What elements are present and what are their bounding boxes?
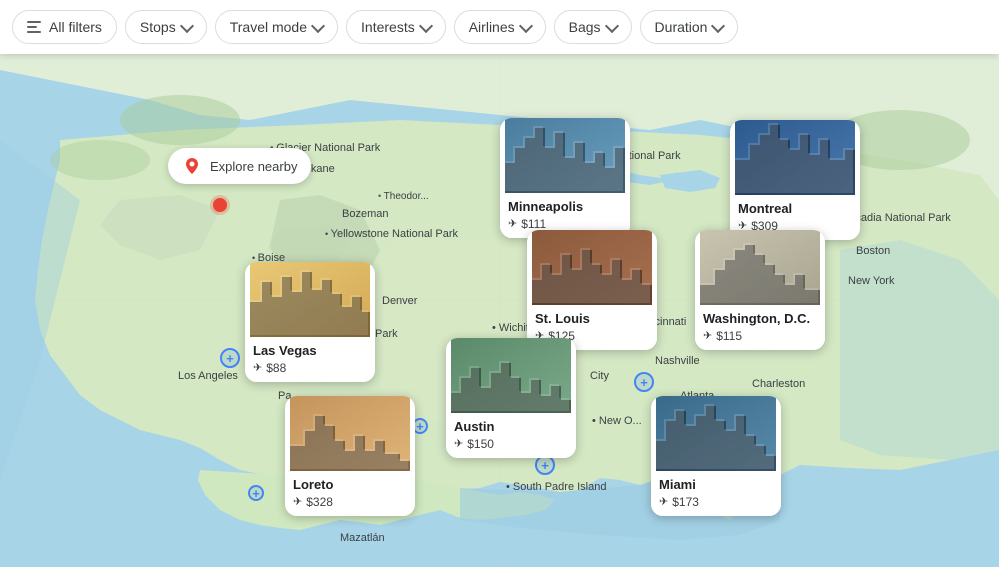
destination-card-austin[interactable]: Austin ✈ $150	[446, 338, 576, 458]
map-circle-marker-6	[634, 372, 654, 392]
plane-icon-miami: ✈	[659, 495, 668, 508]
card-price-minneapolis: ✈ $111	[508, 217, 622, 231]
price-value-minneapolis: $111	[521, 217, 546, 231]
toolbar: All filters Stops Travel mode Interests …	[0, 0, 999, 54]
card-name-washington: Washington, D.C.	[703, 311, 817, 327]
airlines-filter-button[interactable]: Airlines	[454, 10, 546, 44]
duration-chevron-icon	[711, 18, 725, 32]
card-image-montreal	[730, 120, 860, 195]
destination-card-miami[interactable]: Miami ✈ $173	[651, 396, 781, 516]
card-info-austin: Austin ✈ $150	[446, 413, 576, 458]
card-image-las_vegas	[245, 262, 375, 337]
destination-card-las_vegas[interactable]: Las Vegas ✈ $88	[245, 262, 375, 382]
card-price-austin: ✈ $150	[454, 437, 568, 451]
price-value-washington: $115	[716, 329, 742, 343]
destination-card-washington[interactable]: Washington, D.C. ✈ $115	[695, 230, 825, 350]
card-info-miami: Miami ✈ $173	[651, 471, 781, 516]
card-image-miami	[651, 396, 781, 471]
filter-icon	[27, 21, 41, 33]
travel-mode-filter-button[interactable]: Travel mode	[215, 10, 338, 44]
card-info-las_vegas: Las Vegas ✈ $88	[245, 337, 375, 382]
airlines-label: Airlines	[469, 19, 515, 35]
bags-label: Bags	[569, 19, 601, 35]
price-value-las_vegas: $88	[266, 361, 286, 375]
stops-filter-button[interactable]: Stops	[125, 10, 207, 44]
travel-mode-label: Travel mode	[230, 19, 307, 35]
airlines-chevron-icon	[519, 18, 533, 32]
explore-nearby-button[interactable]: Explore nearby	[168, 148, 311, 184]
card-name-montreal: Montreal	[738, 201, 852, 217]
card-name-minneapolis: Minneapolis	[508, 199, 622, 215]
card-name-loreto: Loreto	[293, 477, 407, 493]
duration-filter-button[interactable]: Duration	[640, 10, 739, 44]
card-image-st_louis	[527, 230, 657, 305]
plane-icon-las_vegas: ✈	[253, 361, 262, 374]
map-circle-marker-1	[220, 348, 240, 368]
card-name-st_louis: St. Louis	[535, 311, 649, 327]
card-info-loreto: Loreto ✈ $328	[285, 471, 415, 516]
card-price-washington: ✈ $115	[703, 329, 817, 343]
interests-label: Interests	[361, 19, 415, 35]
card-image-minneapolis	[500, 118, 630, 193]
destination-card-montreal[interactable]: Montreal ✈ $309	[730, 120, 860, 240]
user-location-dot	[213, 198, 227, 212]
plane-icon-washington: ✈	[703, 329, 712, 342]
location-pin-icon	[182, 156, 202, 176]
card-name-miami: Miami	[659, 477, 773, 493]
card-price-miami: ✈ $173	[659, 495, 773, 509]
card-name-las_vegas: Las Vegas	[253, 343, 367, 359]
explore-nearby-label: Explore nearby	[210, 159, 297, 174]
plane-icon-austin: ✈	[454, 437, 463, 450]
all-filters-button[interactable]: All filters	[12, 10, 117, 44]
interests-filter-button[interactable]: Interests	[346, 10, 446, 44]
card-name-austin: Austin	[454, 419, 568, 435]
card-price-loreto: ✈ $328	[293, 495, 407, 509]
destination-card-st_louis[interactable]: St. Louis ✈ $125	[527, 230, 657, 350]
price-value-loreto: $328	[306, 495, 333, 509]
map-circle-marker-8	[535, 455, 555, 475]
bags-filter-button[interactable]: Bags	[554, 10, 632, 44]
card-image-austin	[446, 338, 576, 413]
card-image-washington	[695, 230, 825, 305]
travel-mode-chevron-icon	[311, 18, 325, 32]
plane-icon-minneapolis: ✈	[508, 217, 517, 230]
plane-icon-loreto: ✈	[293, 495, 302, 508]
map-circle-marker-10	[248, 485, 264, 501]
price-value-miami: $173	[672, 495, 699, 509]
all-filters-label: All filters	[49, 19, 102, 35]
duration-label: Duration	[655, 19, 708, 35]
card-info-washington: Washington, D.C. ✈ $115	[695, 305, 825, 350]
bags-chevron-icon	[604, 18, 618, 32]
destination-card-minneapolis[interactable]: Minneapolis ✈ $111	[500, 118, 630, 238]
price-value-austin: $150	[467, 437, 494, 451]
interests-chevron-icon	[419, 18, 433, 32]
card-price-las_vegas: ✈ $88	[253, 361, 367, 375]
destination-card-loreto[interactable]: Loreto ✈ $328	[285, 396, 415, 516]
stops-chevron-icon	[180, 18, 194, 32]
card-image-loreto	[285, 396, 415, 471]
stops-label: Stops	[140, 19, 176, 35]
